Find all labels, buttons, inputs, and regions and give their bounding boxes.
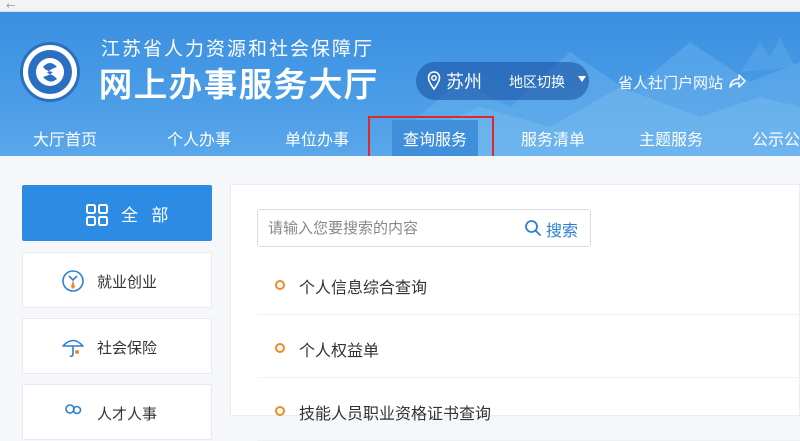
search-input[interactable] bbox=[258, 210, 508, 246]
location-pin-icon bbox=[427, 71, 441, 91]
portal-link[interactable]: 省人社门户网站 bbox=[618, 72, 746, 93]
employment-icon bbox=[62, 270, 84, 292]
sidebar-item-social-insurance[interactable]: 社会保险 bbox=[22, 318, 212, 374]
list-item[interactable]: 技能人员职业资格证书查询 bbox=[257, 383, 800, 441]
sidebar-item-label: 就业创业 bbox=[97, 273, 158, 291]
nav-personal[interactable]: 个人办事 bbox=[158, 120, 240, 156]
query-item-label: 个人信息综合查询 bbox=[299, 278, 428, 297]
query-panel: 搜索 个人信息综合查询 个人权益单 技能人员职业资格证书查询 bbox=[230, 184, 800, 441]
bullet-icon bbox=[275, 280, 285, 290]
people-icon bbox=[65, 404, 82, 415]
current-city: 苏州 bbox=[446, 72, 482, 93]
query-item-label: 技能人员职业资格证书查询 bbox=[299, 404, 492, 423]
nav-unit[interactable]: 单位办事 bbox=[276, 120, 358, 156]
main-nav: 大厅首页 个人办事 单位办事 查询服务 服务清单 主题服务 公示公 bbox=[0, 112, 800, 156]
sidebar-item-label: 全 部 bbox=[121, 206, 173, 226]
search-button[interactable]: 搜索 bbox=[522, 210, 592, 246]
nav-query-highlight bbox=[368, 116, 494, 156]
bullet-icon bbox=[275, 406, 285, 416]
list-item[interactable]: 个人信息综合查询 bbox=[257, 257, 800, 315]
search-button-label: 搜索 bbox=[546, 221, 579, 240]
list-item[interactable]: 个人权益单 bbox=[257, 320, 800, 378]
org-name: 江苏省人力资源和社会保障厅 bbox=[101, 38, 375, 60]
back-arrow-icon[interactable]: ← bbox=[6, 0, 15, 12]
sidebar-item-label: 社会保险 bbox=[97, 339, 158, 357]
content-area: 全 部 就业创业 社会保险 人才人事 请输入您要搜索的内容 搜索 个人信息综合查… bbox=[0, 156, 800, 441]
search-icon bbox=[525, 220, 541, 236]
sidebar-item-employment[interactable]: 就业创业 bbox=[22, 252, 212, 308]
nav-theme[interactable]: 主题服务 bbox=[630, 120, 712, 156]
sidebar-item-label: 人才人事 bbox=[97, 405, 158, 423]
share-arrow-icon bbox=[729, 74, 746, 88]
logo bbox=[20, 42, 80, 102]
browser-address-bar: ← bbox=[0, 0, 800, 12]
sidebar-item-talent[interactable]: 人才人事 bbox=[22, 384, 212, 440]
bullet-icon bbox=[275, 343, 285, 353]
city-selector[interactable]: 苏州 地区切换 bbox=[416, 62, 589, 100]
nav-home[interactable]: 大厅首页 bbox=[24, 120, 106, 156]
nav-service-list[interactable]: 服务清单 bbox=[512, 120, 594, 156]
nav-public[interactable]: 公示公 bbox=[752, 120, 800, 156]
query-item-label: 个人权益单 bbox=[299, 341, 380, 360]
portal-link-label: 省人社门户网站 bbox=[618, 74, 724, 92]
search-bar: 搜索 bbox=[257, 209, 591, 247]
grid-icon bbox=[86, 204, 108, 226]
region-switch-label[interactable]: 地区切换 bbox=[509, 72, 565, 92]
umbrella-icon bbox=[62, 339, 84, 358]
dropdown-caret-icon bbox=[578, 76, 586, 82]
hall-title: 网上办事服务大厅 bbox=[99, 65, 379, 104]
site-header: 江苏省人力资源和社会保障厅 网上办事服务大厅 苏州 地区切换 省人社门户网站 大… bbox=[0, 12, 800, 156]
sidebar-item-all[interactable]: 全 部 bbox=[22, 185, 212, 241]
